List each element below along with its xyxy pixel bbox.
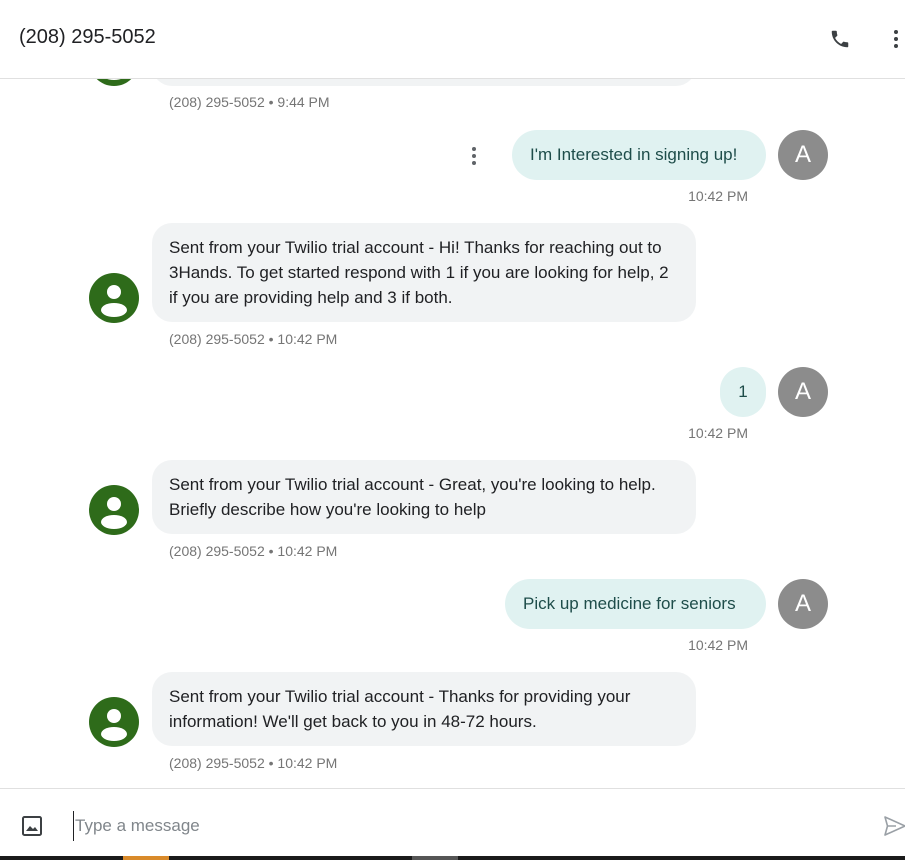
outgoing-message-bubble: I'm Interested in signing up! [512, 130, 766, 180]
image-icon[interactable] [20, 814, 44, 838]
conversation-title: (208) 295-5052 [19, 26, 156, 48]
message-meta: (208) 295-5052 • 10:42 PM [169, 331, 338, 347]
incoming-message-bubble: Sent from your Twilio trial account - Th… [152, 672, 696, 746]
message-meta: 10:42 PM [688, 637, 748, 653]
phone-icon[interactable] [827, 26, 853, 52]
more-vert-icon[interactable] [886, 26, 905, 52]
person-icon [101, 709, 127, 741]
message-more-icon[interactable] [466, 143, 482, 169]
incoming-message-bubble: Sent from your Twilio trial account - Hi… [152, 223, 696, 322]
taskbar-app-indicator[interactable] [123, 856, 169, 860]
taskbar-strip [0, 856, 905, 860]
outgoing-message-bubble: 1 [720, 367, 766, 417]
message-thread: (208) 295-5052 • 9:44 PM I'm Interested … [0, 0, 905, 788]
message-input[interactable] [73, 811, 853, 841]
taskbar-app-indicator[interactable] [412, 856, 458, 860]
user-avatar: A [778, 367, 828, 417]
incoming-message-bubble: Sent from your Twilio trial account - Gr… [152, 460, 696, 534]
message-composer [0, 788, 905, 860]
contact-avatar [89, 485, 139, 535]
send-icon[interactable] [884, 815, 905, 837]
user-avatar: A [778, 579, 828, 629]
message-meta: 10:42 PM [688, 425, 748, 441]
message-meta: (208) 295-5052 • 10:42 PM [169, 755, 338, 771]
message-meta: (208) 295-5052 • 9:44 PM [169, 94, 330, 110]
user-avatar: A [778, 130, 828, 180]
message-meta: 10:42 PM [688, 188, 748, 204]
message-meta: (208) 295-5052 • 10:42 PM [169, 543, 338, 559]
person-icon [101, 285, 127, 317]
contact-avatar [89, 697, 139, 747]
contact-avatar [89, 273, 139, 323]
conversation-header: (208) 295-5052 [0, 0, 905, 79]
outgoing-message-bubble: Pick up medicine for seniors [505, 579, 766, 629]
person-icon [101, 497, 127, 529]
